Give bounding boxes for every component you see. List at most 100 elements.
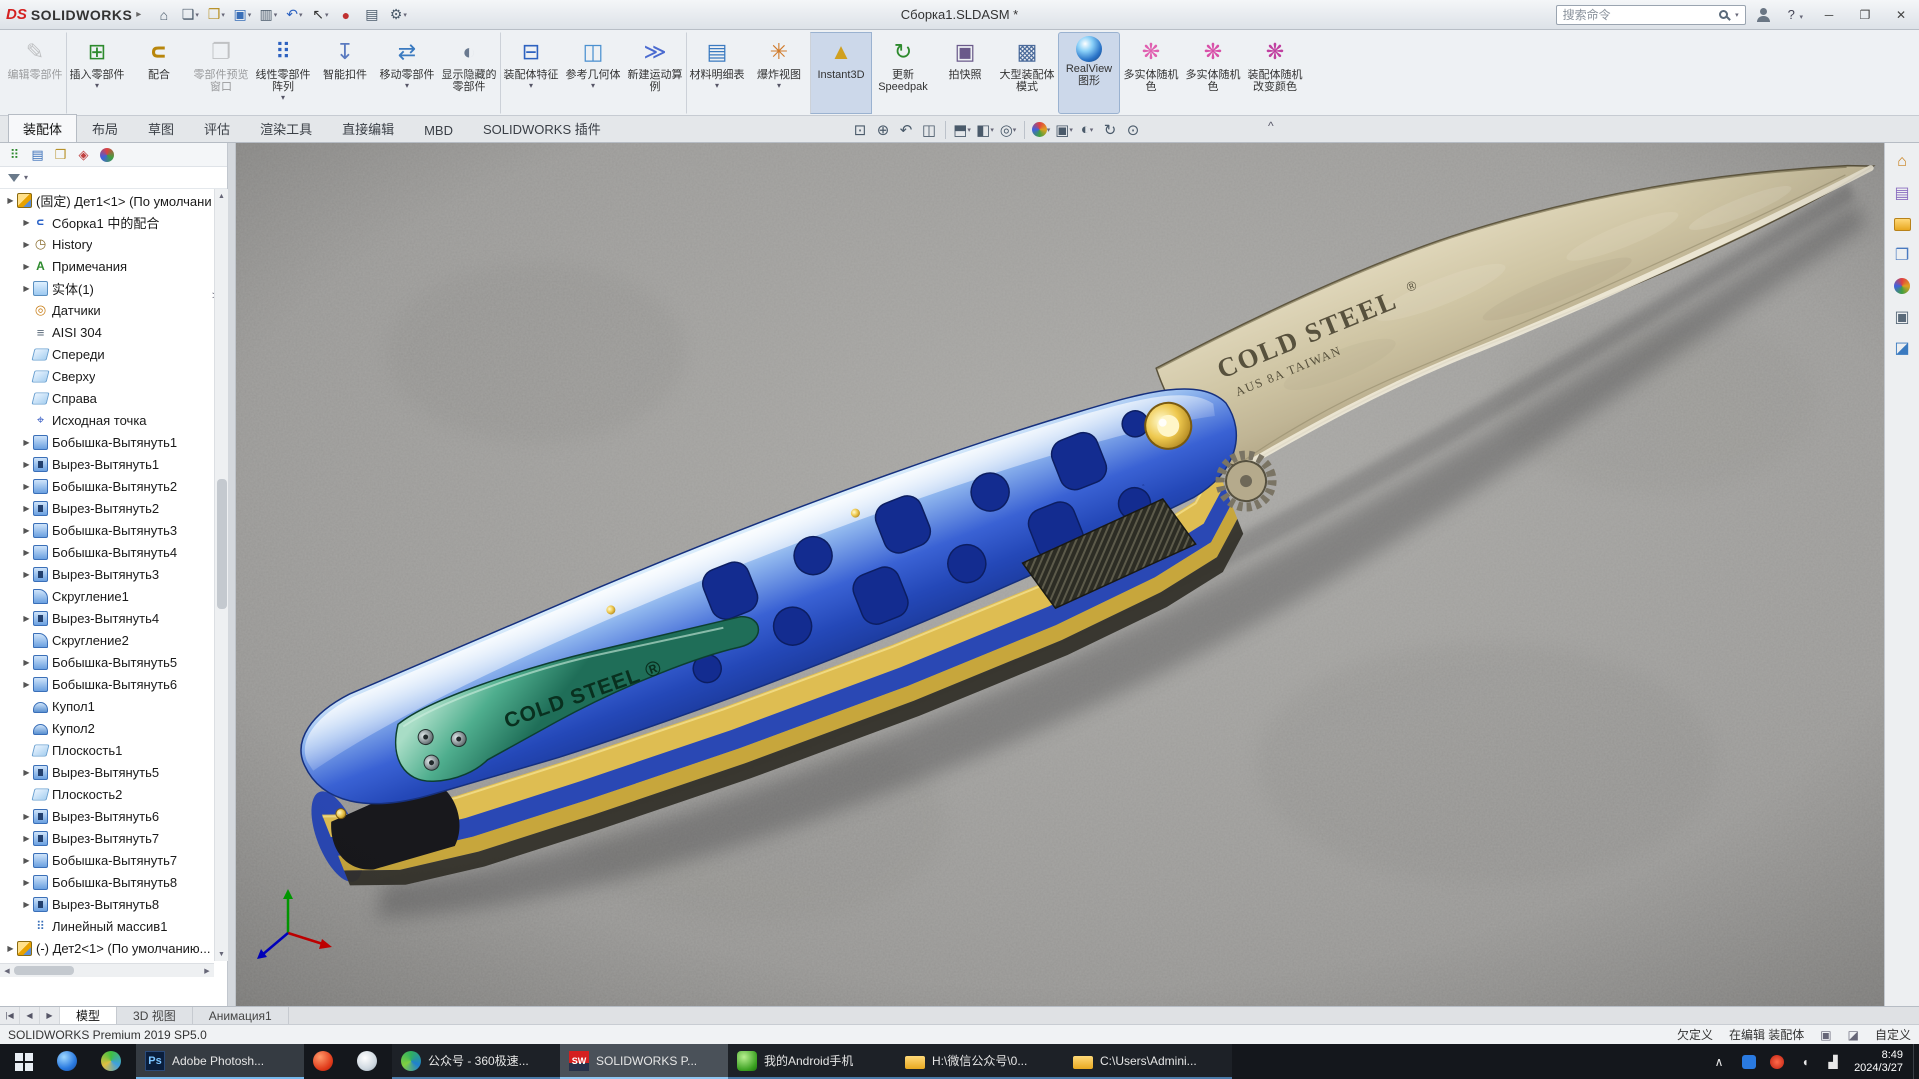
search-icon[interactable] — [1719, 10, 1729, 19]
taskbar-button[interactable]: 公众号 - 360极速... — [392, 1044, 560, 1079]
ribbon-button[interactable]: ↻ 更新 Speedpak — [872, 32, 934, 114]
tree-item[interactable]: Линейный массив1 — [0, 915, 214, 937]
expand-arrow-icon[interactable]: ▶ — [4, 944, 17, 953]
tree-item[interactable]: Справа — [0, 387, 214, 409]
tree-item[interactable]: ▶ Вырез-Вытянуть5 — [0, 761, 214, 783]
view-palette-icon[interactable]: ❐ — [1891, 244, 1913, 266]
ribbon-button[interactable]: RealView图形 — [1058, 32, 1120, 114]
tree-item[interactable]: Датчики — [0, 299, 214, 321]
expand-arrow-icon[interactable]: ▶ — [4, 196, 17, 205]
magnify-icon[interactable]: ⊙ — [1123, 119, 1143, 141]
model-tab[interactable]: Анимация1 — [192, 1007, 289, 1024]
ribbon-button[interactable]: ▩ 大型装配体模式 — [996, 32, 1058, 114]
select-arrow-icon[interactable]: ↖ ▾ — [307, 3, 333, 27]
model-tab[interactable]: 3D 视图 — [117, 1007, 193, 1024]
tree-item[interactable]: ▶ Бобышка-Вытянуть6 — [0, 673, 214, 695]
expand-arrow-icon[interactable]: ▶ — [20, 482, 33, 491]
ribbon-tab[interactable]: 渲染工具 — [245, 114, 327, 142]
show-desktop-button[interactable] — [1913, 1044, 1919, 1079]
expand-arrow-icon[interactable]: ▶ — [20, 526, 33, 535]
expand-arrow-icon[interactable]: ▶ — [20, 834, 33, 843]
custom-properties-icon[interactable]: ▣ — [1891, 306, 1913, 328]
rebuild-icon[interactable]: ● — [333, 3, 359, 27]
graphics-viewport[interactable]: COLD STEEL ® AUS 8A TAIWAN — [236, 143, 1884, 1006]
close-button[interactable]: ✕ — [1883, 0, 1919, 29]
start-button[interactable] — [0, 1044, 48, 1079]
scrollbar-thumb[interactable] — [14, 966, 74, 975]
ribbon-button[interactable]: ⊞ 插入零部件 ▾ — [66, 32, 128, 114]
previous-view-icon[interactable]: ↶ — [896, 119, 916, 141]
scroll-left-icon[interactable]: ◀ — [0, 967, 14, 975]
ribbon-tab[interactable]: SOLIDWORKS 插件 — [468, 114, 616, 142]
ribbon-tab[interactable]: 直接编辑 — [327, 114, 409, 142]
filter-dropdown-icon[interactable]: ▾ — [24, 173, 28, 182]
tray-red-icon[interactable] — [1768, 1053, 1786, 1071]
expand-arrow-icon[interactable]: ▶ — [20, 768, 33, 777]
expand-arrow-icon[interactable]: ▶ — [20, 570, 33, 579]
design-library-icon[interactable]: ▤ — [1891, 182, 1913, 204]
ribbon-button[interactable]: ⠿ 线性零部件阵列 ▾ — [252, 32, 314, 114]
tree-item[interactable]: ▶ Бобышка-Вытянуть5 — [0, 651, 214, 673]
model-tab[interactable]: 模型 — [60, 1007, 118, 1024]
open-folder-icon[interactable]: ❒ ▾ — [203, 3, 229, 27]
expand-arrow-icon[interactable]: ▶ — [20, 856, 33, 865]
tab-nav-arrow-icon[interactable]: |◀ — [0, 1007, 20, 1024]
configuration-manager-icon[interactable]: ❒ — [52, 146, 69, 163]
ribbon-button[interactable]: ↧ 智能扣件 — [314, 32, 376, 114]
taskbar-button[interactable]: SW SOLIDWORKS P... — [560, 1044, 728, 1079]
ribbon-tab[interactable]: 装配体 — [8, 114, 78, 142]
ribbon-tab[interactable]: 草图 — [133, 114, 189, 142]
display-style-icon[interactable]: ◧ ▾ — [975, 119, 995, 141]
ribbon-button[interactable]: ❋ 装配体随机改变颜色 — [1244, 32, 1306, 114]
tree-item[interactable]: ▶ (固定) Дет1<1> (По умолчани — [0, 189, 214, 211]
file-menu-arrow-icon[interactable]: ▸ — [136, 9, 141, 20]
taskbar-button[interactable]: Ps Adobe Photosh... — [136, 1044, 304, 1079]
new-document-icon[interactable]: ❏ ▾ — [177, 3, 203, 27]
tree-item[interactable]: ▶ Бобышка-Вытянуть3 — [0, 519, 214, 541]
maximize-button[interactable]: ❐ — [1847, 0, 1883, 29]
tree-item[interactable]: ▶ Бобышка-Вытянуть8 — [0, 871, 214, 893]
ribbon-button[interactable]: ◫ 参考几何体 ▾ — [562, 32, 624, 114]
rotate-view-icon[interactable]: ↻ — [1100, 119, 1120, 141]
home-icon[interactable]: ⌂ — [151, 3, 177, 27]
tree-item[interactable]: ▶ History — [0, 233, 214, 255]
viewport-3d-scene[interactable]: COLD STEEL ® AUS 8A TAIWAN — [236, 143, 1884, 1006]
scrollbar-thumb[interactable] — [217, 479, 227, 609]
scroll-down-icon[interactable]: ▼ — [215, 947, 228, 961]
ribbon-tab[interactable]: 布局 — [77, 114, 133, 142]
edit-appearance-icon[interactable]: ▾ — [1031, 119, 1051, 141]
feature-manager-tree-icon[interactable]: ⠿ — [6, 146, 23, 163]
scroll-up-icon[interactable]: ▲ — [215, 189, 228, 203]
tab-nav-arrow-icon[interactable]: ▶ — [40, 1007, 60, 1024]
taskbar-clock[interactable]: 8:49 2024/3/27 — [1854, 1049, 1903, 1075]
tree-item[interactable]: Купол2 — [0, 717, 214, 739]
separator[interactable] — [945, 120, 946, 139]
tree-item[interactable]: Сверху — [0, 365, 214, 387]
scroll-right-icon[interactable]: ▶ — [200, 967, 214, 975]
tree-item[interactable]: ▶ Примечания — [0, 255, 214, 277]
ribbon-button[interactable]: ⇄ 移动零部件 ▾ — [376, 32, 438, 114]
save-icon[interactable]: ▣ ▾ — [229, 3, 255, 27]
tree-item[interactable]: Купол1 — [0, 695, 214, 717]
tree-item[interactable]: ▶ Бобышка-Вытянуть7 — [0, 849, 214, 871]
ribbon-button[interactable]: ≫ 新建运动算例 — [624, 32, 686, 114]
tree-item[interactable]: ▶ Бобышка-Вытянуть1 — [0, 431, 214, 453]
expand-arrow-icon[interactable]: ▶ — [20, 240, 33, 249]
network-icon[interactable]: ▟ — [1824, 1053, 1842, 1071]
tree-item[interactable]: ▶ (-) Дет2<1> (По умолчанию... — [0, 937, 214, 959]
ribbon-button[interactable]: ✳ 爆炸视图 ▾ — [748, 32, 810, 114]
solidworks-logo-text[interactable]: SOLIDWORKS — [31, 7, 132, 23]
expand-arrow-icon[interactable]: ▶ — [20, 218, 33, 227]
customize-status-bar[interactable]: 自定义 — [1875, 1026, 1911, 1043]
ribbon-button[interactable]: ▣ 拍快照 — [934, 32, 996, 114]
tab-nav-arrow-icon[interactable]: ◀ — [20, 1007, 40, 1024]
property-manager-icon[interactable]: ▤ — [29, 146, 46, 163]
tree-item[interactable]: Скругление1 — [0, 585, 214, 607]
status-sheet-icon[interactable]: ▣ — [1820, 1028, 1831, 1042]
volume-icon[interactable]: ◖ — [1796, 1053, 1814, 1071]
expand-arrow-icon[interactable]: ▶ — [20, 504, 33, 513]
zoom-fit-icon[interactable]: ⊡ — [850, 119, 870, 141]
expand-arrow-icon[interactable]: ▶ — [20, 438, 33, 447]
ribbon-button[interactable]: ◐ 显示隐藏的零部件 — [438, 32, 500, 114]
options-gear-icon[interactable]: ⚙ ▾ — [385, 3, 411, 27]
